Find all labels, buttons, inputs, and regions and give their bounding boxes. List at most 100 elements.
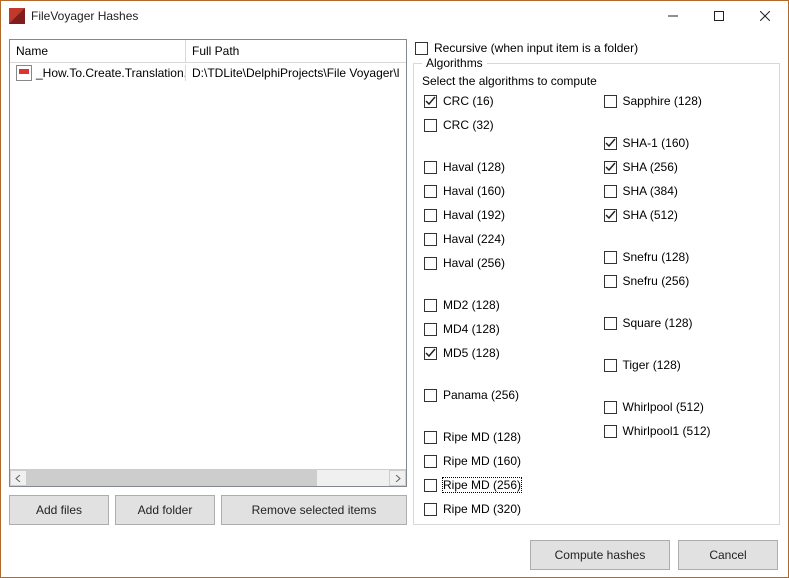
algorithm-tiger-checkbox[interactable]: Tiger (128) — [602, 356, 772, 372]
algorithms-group: Algorithms Select the algorithms to comp… — [413, 63, 780, 525]
checkbox-label: MD2 (128) — [443, 298, 500, 312]
algorithm-haval192-checkbox[interactable]: Haval (192) — [422, 206, 592, 222]
checkbox-icon — [424, 95, 437, 108]
algorithm-snefru256-checkbox[interactable]: Snefru (256) — [602, 272, 772, 288]
checkbox-label: Haval (160) — [443, 184, 505, 198]
spacer — [422, 368, 592, 378]
checkbox-label: Whirlpool (512) — [623, 400, 704, 414]
algorithm-md5-checkbox[interactable]: MD5 (128) — [422, 344, 592, 360]
checkbox-label: Panama (256) — [443, 388, 519, 402]
algorithm-ripe256-checkbox[interactable]: Ripe MD (256) — [422, 476, 592, 492]
algorithms-instruction: Select the algorithms to compute — [422, 74, 771, 88]
checkbox-label: Ripe MD (128) — [443, 430, 521, 444]
algorithm-haval128-checkbox[interactable]: Haval (128) — [422, 158, 592, 174]
checkbox-label: Snefru (256) — [623, 274, 690, 288]
checkbox-label: Ripe MD (256) — [443, 478, 521, 492]
algorithm-haval160-checkbox[interactable]: Haval (160) — [422, 182, 592, 198]
dialog-button-bar: Compute hashes Cancel — [1, 533, 788, 577]
remove-selected-button[interactable]: Remove selected items — [221, 495, 407, 525]
checkbox-icon — [604, 401, 617, 414]
algorithm-square-checkbox[interactable]: Square (128) — [602, 314, 772, 330]
checkbox-icon — [424, 185, 437, 198]
checkbox-label: Ripe MD (320) — [443, 502, 521, 516]
algorithm-sha256-checkbox[interactable]: SHA (256) — [602, 158, 772, 174]
table-row[interactable]: _How.To.Create.Translation.... D:\TDLite… — [10, 63, 406, 83]
checkbox-icon — [424, 233, 437, 246]
spacer — [422, 410, 592, 420]
algorithm-whirl1-checkbox[interactable]: Whirlpool1 (512) — [602, 422, 772, 438]
column-header-name[interactable]: Name — [10, 40, 186, 62]
checkbox-label: SHA-1 (160) — [623, 136, 690, 150]
checkbox-label: Haval (224) — [443, 232, 505, 246]
spacer — [602, 338, 772, 348]
checkbox-icon — [604, 275, 617, 288]
add-files-button[interactable]: Add files — [9, 495, 109, 525]
checkbox-label: Square (128) — [623, 316, 693, 330]
algorithm-ripe160-checkbox[interactable]: Ripe MD (160) — [422, 452, 592, 468]
checkbox-icon — [424, 479, 437, 492]
algorithm-crc16-checkbox[interactable]: CRC (16) — [422, 92, 592, 108]
checkbox-label: Haval (256) — [443, 256, 505, 270]
checkbox-icon — [604, 185, 617, 198]
algorithm-sha1-checkbox[interactable]: SHA-1 (160) — [602, 134, 772, 150]
scroll-right-arrow-icon[interactable] — [389, 470, 406, 486]
algorithm-whirl-checkbox[interactable]: Whirlpool (512) — [602, 398, 772, 414]
algorithm-ripe128-checkbox[interactable]: Ripe MD (128) — [422, 428, 592, 444]
checkbox-label: CRC (16) — [443, 94, 494, 108]
checkbox-icon — [424, 299, 437, 312]
horizontal-scrollbar[interactable] — [10, 469, 406, 486]
add-folder-button[interactable]: Add folder — [115, 495, 215, 525]
algorithm-md2-checkbox[interactable]: MD2 (128) — [422, 296, 592, 312]
title-bar: FileVoyager Hashes — [1, 1, 788, 31]
checkbox-icon — [415, 42, 428, 55]
minimize-button[interactable] — [650, 1, 696, 31]
checkbox-icon — [604, 251, 617, 264]
file-path: D:\TDLite\DelphiProjects\File Voyager\l — [186, 65, 406, 81]
checkbox-label: SHA (384) — [623, 184, 678, 198]
spacer — [602, 296, 772, 306]
algorithm-ripe320-checkbox[interactable]: Ripe MD (320) — [422, 500, 592, 516]
checkbox-icon — [424, 257, 437, 270]
checkbox-icon — [604, 137, 617, 150]
checkbox-icon — [604, 161, 617, 174]
checkbox-icon — [424, 161, 437, 174]
column-header-path[interactable]: Full Path — [186, 40, 406, 62]
scroll-left-arrow-icon[interactable] — [10, 470, 27, 486]
checkbox-icon — [424, 389, 437, 402]
algorithm-md4-checkbox[interactable]: MD4 (128) — [422, 320, 592, 336]
checkbox-icon — [424, 455, 437, 468]
algorithm-haval256-checkbox[interactable]: Haval (256) — [422, 254, 592, 270]
cancel-button[interactable]: Cancel — [678, 540, 778, 570]
checkbox-icon — [424, 503, 437, 516]
maximize-button[interactable] — [696, 1, 742, 31]
close-button[interactable] — [742, 1, 788, 31]
algorithm-snefru128-checkbox[interactable]: Snefru (128) — [602, 248, 772, 264]
checkbox-label: MD4 (128) — [443, 322, 500, 336]
window-title: FileVoyager Hashes — [31, 9, 650, 23]
algorithm-sha512-checkbox[interactable]: SHA (512) — [602, 206, 772, 222]
scroll-thumb[interactable] — [27, 470, 317, 486]
checkbox-label: Tiger (128) — [623, 358, 681, 372]
checkbox-label: SHA (256) — [623, 160, 678, 174]
algorithm-sapphire-checkbox[interactable]: Sapphire (128) — [602, 92, 772, 108]
pdf-file-icon — [16, 65, 32, 81]
algorithm-haval224-checkbox[interactable]: Haval (224) — [422, 230, 592, 246]
checkbox-icon — [424, 209, 437, 222]
app-icon — [9, 8, 25, 24]
checkbox-icon — [604, 95, 617, 108]
checkbox-icon — [424, 119, 437, 132]
file-list[interactable]: Name Full Path _How.To.Create.Translatio… — [9, 39, 407, 487]
algorithm-crc32-checkbox[interactable]: CRC (32) — [422, 116, 592, 132]
checkbox-label: SHA (512) — [623, 208, 678, 222]
file-name: _How.To.Create.Translation.... — [36, 66, 186, 80]
checkbox-icon — [424, 323, 437, 336]
checkbox-icon — [604, 359, 617, 372]
compute-hashes-button[interactable]: Compute hashes — [530, 540, 670, 570]
algorithm-sha384-checkbox[interactable]: SHA (384) — [602, 182, 772, 198]
spacer — [422, 278, 592, 288]
algorithm-panama-checkbox[interactable]: Panama (256) — [422, 386, 592, 402]
checkbox-icon — [604, 425, 617, 438]
scroll-track[interactable] — [27, 470, 389, 486]
algorithms-legend: Algorithms — [422, 56, 487, 70]
recursive-checkbox[interactable]: Recursive (when input item is a folder) — [413, 39, 780, 55]
